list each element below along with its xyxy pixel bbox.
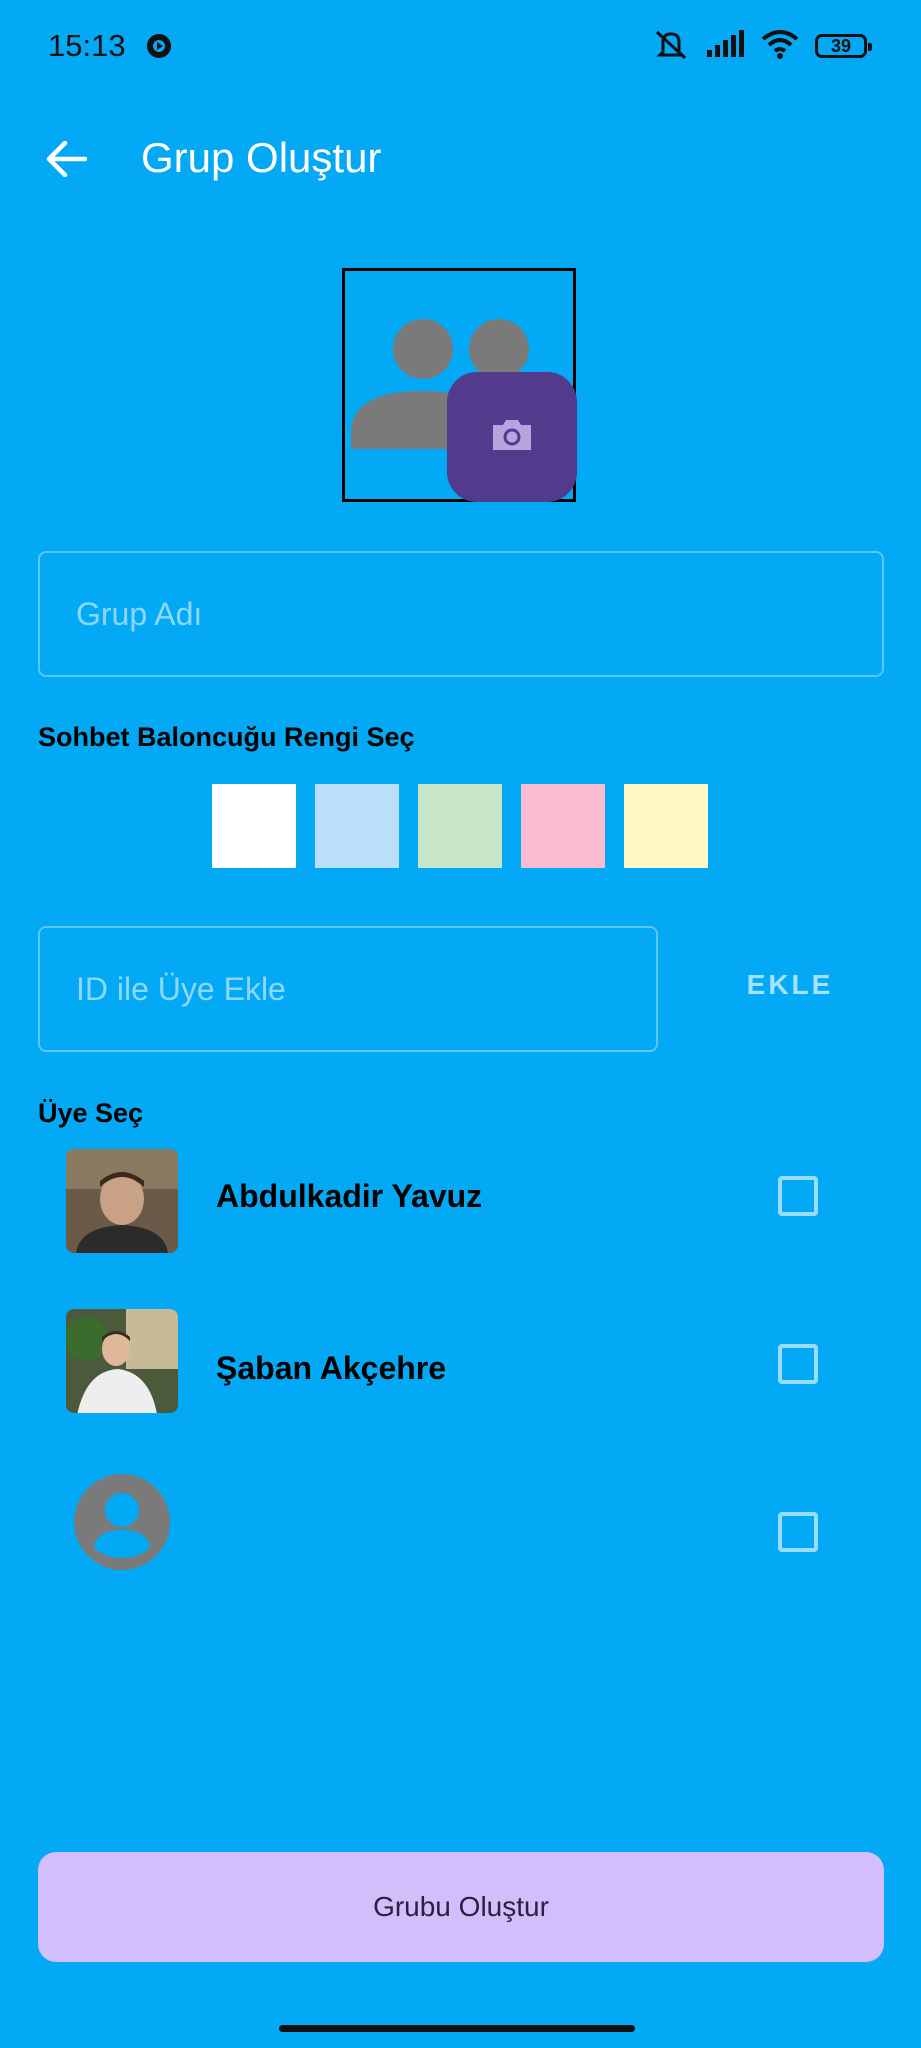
- group-name-field[interactable]: [38, 551, 884, 677]
- member-checkbox[interactable]: [778, 1344, 818, 1384]
- member-row[interactable]: [0, 1458, 921, 1608]
- member-name: Abdulkadir Yavuz: [216, 1178, 483, 1214]
- status-icons: 39: [653, 28, 872, 65]
- member-row[interactable]: Şaban Akçehre: [0, 1290, 921, 1440]
- signal-icon: [705, 29, 745, 63]
- color-swatch-pink[interactable]: [521, 784, 605, 868]
- member-name: Şaban Akçehre: [216, 1350, 447, 1386]
- media-notification-icon: [145, 32, 173, 60]
- member-id-field[interactable]: [38, 926, 658, 1052]
- color-swatches: [212, 784, 708, 868]
- group-name-input[interactable]: [40, 553, 882, 675]
- change-photo-button[interactable]: [447, 372, 577, 502]
- avatar: [66, 1309, 178, 1413]
- color-swatch-white[interactable]: [212, 784, 296, 868]
- bubble-color-label: Sohbet Baloncuğu Rengi Seç: [38, 722, 415, 752]
- color-swatch-light-yellow[interactable]: [624, 784, 708, 868]
- avatar: [66, 1149, 178, 1253]
- add-member-button[interactable]: EKLE: [715, 950, 865, 1020]
- default-avatar-icon: [74, 1474, 170, 1570]
- member-row[interactable]: Abdulkadir Yavuz: [0, 1124, 921, 1274]
- color-swatch-light-green[interactable]: [418, 784, 502, 868]
- home-indicator[interactable]: [279, 2025, 635, 2032]
- member-checkbox[interactable]: [778, 1176, 818, 1216]
- silent-mode-icon: [653, 28, 689, 65]
- color-swatch-light-blue[interactable]: [315, 784, 399, 868]
- wifi-icon: [761, 29, 799, 64]
- member-checkbox[interactable]: [778, 1512, 818, 1552]
- back-button[interactable]: [30, 125, 102, 197]
- member-id-input[interactable]: [40, 928, 656, 1050]
- create-group-button[interactable]: Grubu Oluştur: [38, 1852, 884, 1962]
- camera-icon: [489, 417, 535, 458]
- arrow-left-icon: [45, 140, 88, 182]
- status-time: 15:13: [48, 28, 126, 63]
- page-title: Grup Oluştur: [141, 134, 382, 181]
- battery-icon: 39: [815, 34, 872, 58]
